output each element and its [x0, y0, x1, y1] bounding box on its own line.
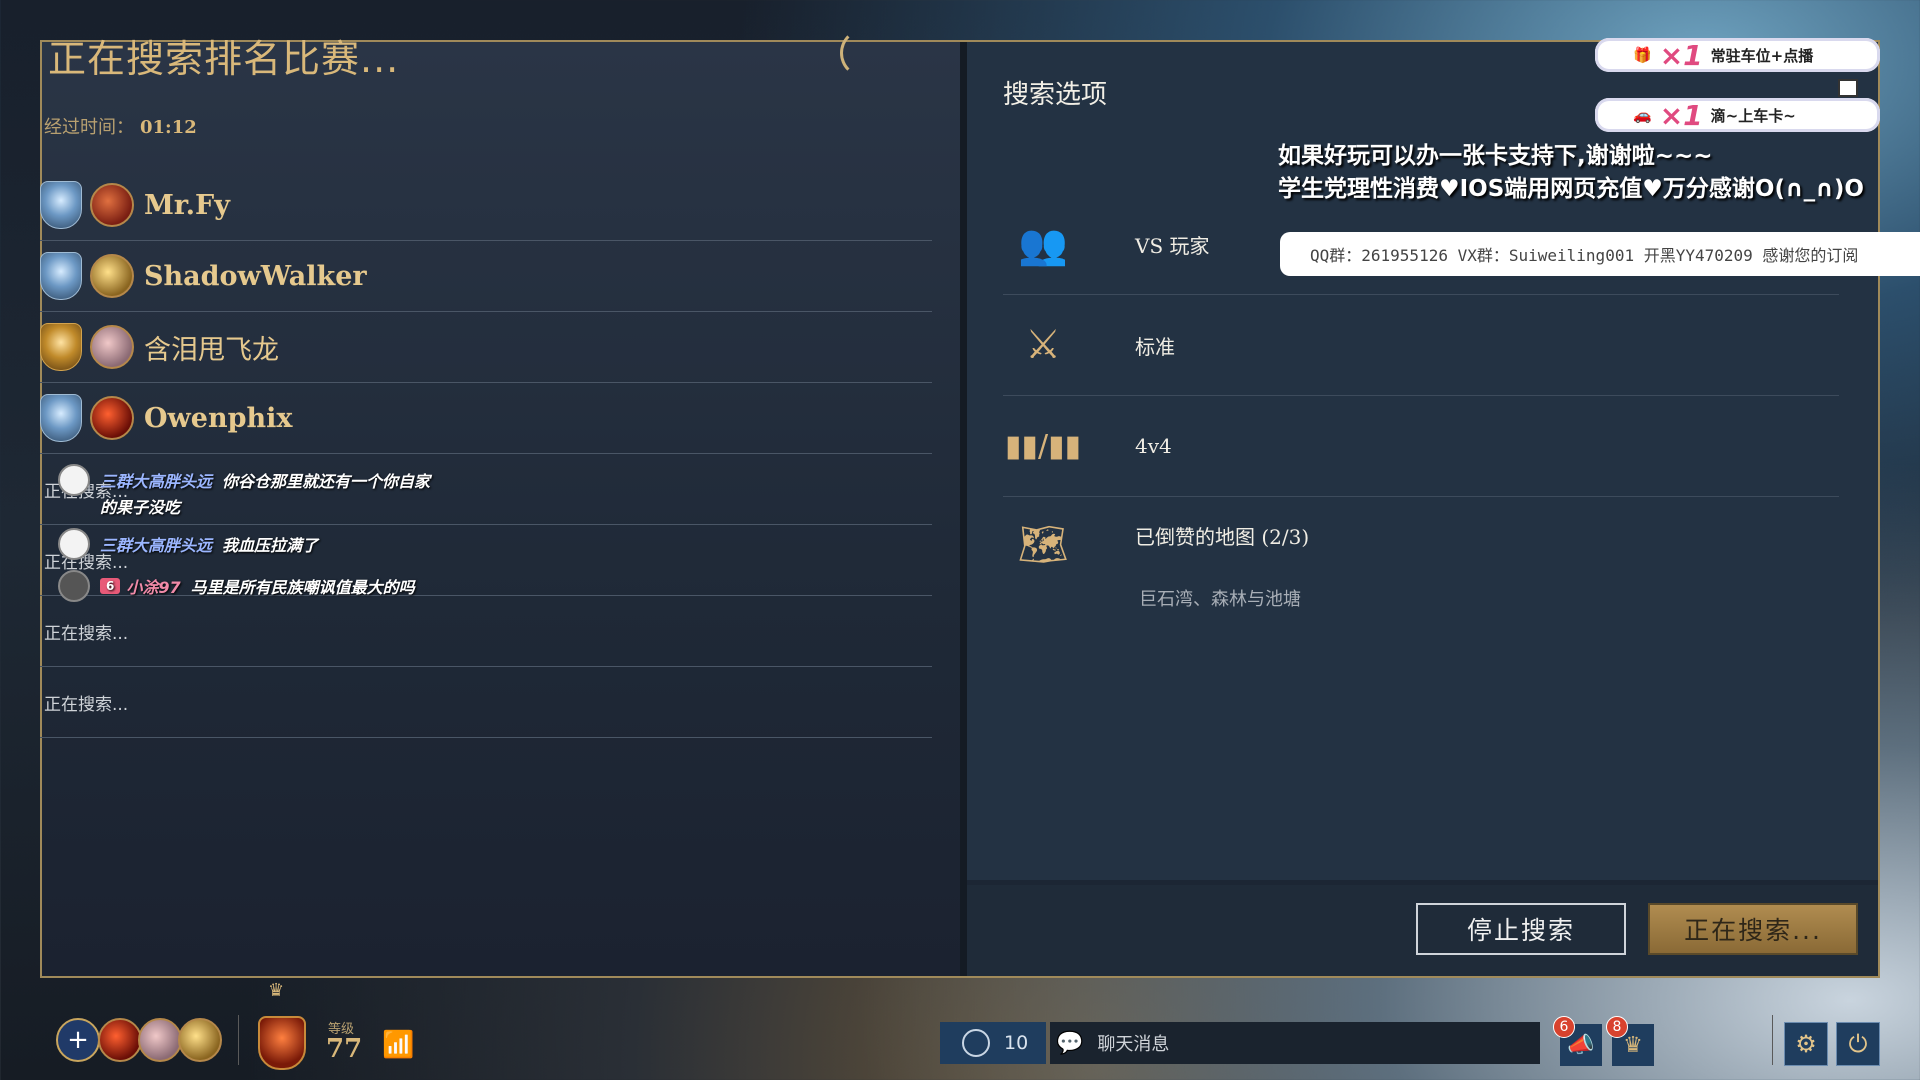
stop-search-button[interactable]: 停止搜索: [1416, 903, 1626, 955]
player-row[interactable]: Owenphix: [40, 383, 932, 454]
elapsed-time: 经过时间： 01:12: [44, 113, 197, 139]
page-title: 正在搜索排名比赛...: [48, 37, 400, 81]
stream-contact-bar: QQ群：261955126 VX群：Suiweiling001 开黑YY4702…: [1280, 232, 1920, 276]
panel-divider: [960, 42, 967, 976]
stream-gift-banner: 🚗 ×1 滴~上车卡~: [1595, 98, 1880, 132]
players-icon: 👥: [1018, 221, 1068, 268]
settings-button[interactable]: ⚙: [1784, 1022, 1828, 1066]
danmaku-user: 三群大高胖头远: [100, 536, 213, 555]
chat-placeholder: 聊天消息: [1097, 1034, 1170, 1055]
player-emblem-icon[interactable]: [258, 1016, 306, 1070]
power-icon: ⏻: [1848, 1030, 1868, 1058]
chat-icon: 💬: [1056, 1030, 1084, 1056]
searching-button[interactable]: 正在搜索...: [1648, 903, 1858, 955]
add-party-button[interactable]: +: [56, 1018, 100, 1062]
rank-emblem-icon: [40, 181, 82, 229]
stream-message-line: 学生党理性消费♥IOS端用网页充值♥万分感谢O(∩_∩)O: [1278, 176, 1864, 202]
map-list: 巨石湾、森林与池塘: [1139, 589, 1301, 610]
avatar: [90, 325, 134, 369]
danmaku-avatar: [58, 570, 90, 602]
searching-slot: 正在搜索...: [40, 596, 932, 667]
avatar: [90, 254, 134, 298]
option-maps: 🗺 已倒赞的地图 (2/3) 巨石湾、森林与池塘: [1003, 497, 1839, 637]
danmaku-user: 小涂97: [126, 578, 181, 597]
player-name: Mr.Fy: [144, 189, 230, 221]
danmaku-text: 你谷仓那里就还有一个你自家: [222, 472, 431, 491]
team-size-icon: ▮▮/▮▮: [1004, 428, 1082, 464]
danmaku-text: 我血压拉满了: [222, 536, 319, 555]
gift-multiplier: ×1: [1659, 38, 1703, 72]
stream-message-line: 如果好玩可以办一张卡支持下,谢谢啦~~~: [1278, 143, 1713, 169]
gift-multiplier: ×1: [1659, 98, 1703, 132]
option-label: 已倒赞的地图 (2/3): [1135, 525, 1310, 549]
player-name: ShadowWalker: [144, 260, 367, 292]
divider: [238, 1015, 239, 1065]
danmaku-avatar: [58, 528, 90, 560]
danmaku-comment: 三群大高胖头远 我血压拉满了: [58, 528, 318, 560]
option-label: 4v4: [1135, 434, 1172, 458]
avatar: [90, 183, 134, 227]
car-icon: 🚗: [1633, 106, 1652, 124]
crossed-swords-icon: ⚔: [1025, 322, 1061, 368]
player-row[interactable]: ShadowWalker: [40, 241, 932, 312]
loading-spinner-icon: [840, 28, 890, 78]
player-row[interactable]: Mr.Fy: [40, 170, 932, 241]
rank-emblem-icon: [40, 394, 82, 442]
power-button[interactable]: ⏻: [1836, 1022, 1880, 1066]
party-avatar[interactable]: [138, 1018, 182, 1062]
danmaku-avatar: [58, 464, 90, 496]
rank-emblem-icon: [40, 252, 82, 300]
stream-gift-banner: 🎁 ×1 常驻车位+点播: [1595, 38, 1880, 72]
friends-count: 10: [1004, 1032, 1029, 1054]
notification-badge: 6: [1553, 1016, 1575, 1038]
stream-message: 如果好玩可以办一张卡支持下,谢谢啦~~~ 学生党理性消费♥IOS端用网页充值♥万…: [1278, 140, 1864, 206]
gift-text: 滴~上车卡~: [1710, 106, 1796, 125]
danmaku-comment: 6 小涂97 马里是所有民族嘲讽值最大的吗: [58, 570, 415, 602]
player-name: Owenphix: [144, 402, 293, 434]
danmaku-comment: 的果子没吃: [100, 494, 180, 518]
level-value: 77: [326, 1034, 363, 1064]
option-mode: ⚔ 标准: [1003, 295, 1839, 396]
notification-badge: 8: [1606, 1016, 1628, 1038]
danmaku-comment: 三群大高胖头远 你谷仓那里就还有一个你自家: [58, 464, 430, 496]
danmaku-text: 的果子没吃: [100, 498, 181, 517]
danmaku-text: 马里是所有民族嘲讽值最大的吗: [190, 578, 415, 597]
megaphone-icon: 📣: [1567, 1032, 1595, 1058]
player-list: Mr.Fy ShadowWalker 含泪甩飞龙 Owenphix 正在搜索..…: [40, 170, 932, 738]
divider: [1772, 1015, 1773, 1065]
map-icon: 🗺: [1017, 522, 1069, 568]
gift-icon: 🎁: [1633, 46, 1652, 64]
friends-icon: [962, 1029, 990, 1057]
option-team-size: ▮▮/▮▮ 4v4: [1003, 396, 1839, 497]
wifi-icon: 📶: [382, 1030, 415, 1060]
party-avatar[interactable]: [178, 1018, 222, 1062]
danmaku-user: 三群大高胖头远: [100, 472, 213, 491]
avatar: [90, 396, 134, 440]
crown-icon: ♛: [268, 980, 285, 1001]
player-name: 含泪甩飞龙: [144, 334, 279, 366]
gift-text: 常驻车位+点播: [1710, 46, 1814, 65]
elapsed-label: 经过时间：: [44, 117, 134, 138]
option-label: VS 玩家: [1135, 233, 1210, 258]
gear-icon: ⚙: [1795, 1030, 1817, 1058]
options-title: 搜索选项: [1003, 80, 1108, 110]
minimize-icon[interactable]: [1838, 79, 1858, 97]
friends-button[interactable]: 10: [940, 1022, 1046, 1064]
player-row[interactable]: 含泪甩飞龙: [40, 312, 932, 383]
fan-badge: 6: [100, 578, 121, 594]
elapsed-value: 01:12: [140, 117, 197, 138]
searching-slot: 正在搜索...: [40, 667, 932, 738]
chat-input[interactable]: 💬 聊天消息: [1050, 1022, 1540, 1064]
rank-emblem-icon: [40, 323, 82, 371]
option-label: 标准: [1135, 334, 1175, 359]
party-avatar[interactable]: [98, 1018, 142, 1062]
crown-icon: ♛: [1623, 1032, 1643, 1058]
